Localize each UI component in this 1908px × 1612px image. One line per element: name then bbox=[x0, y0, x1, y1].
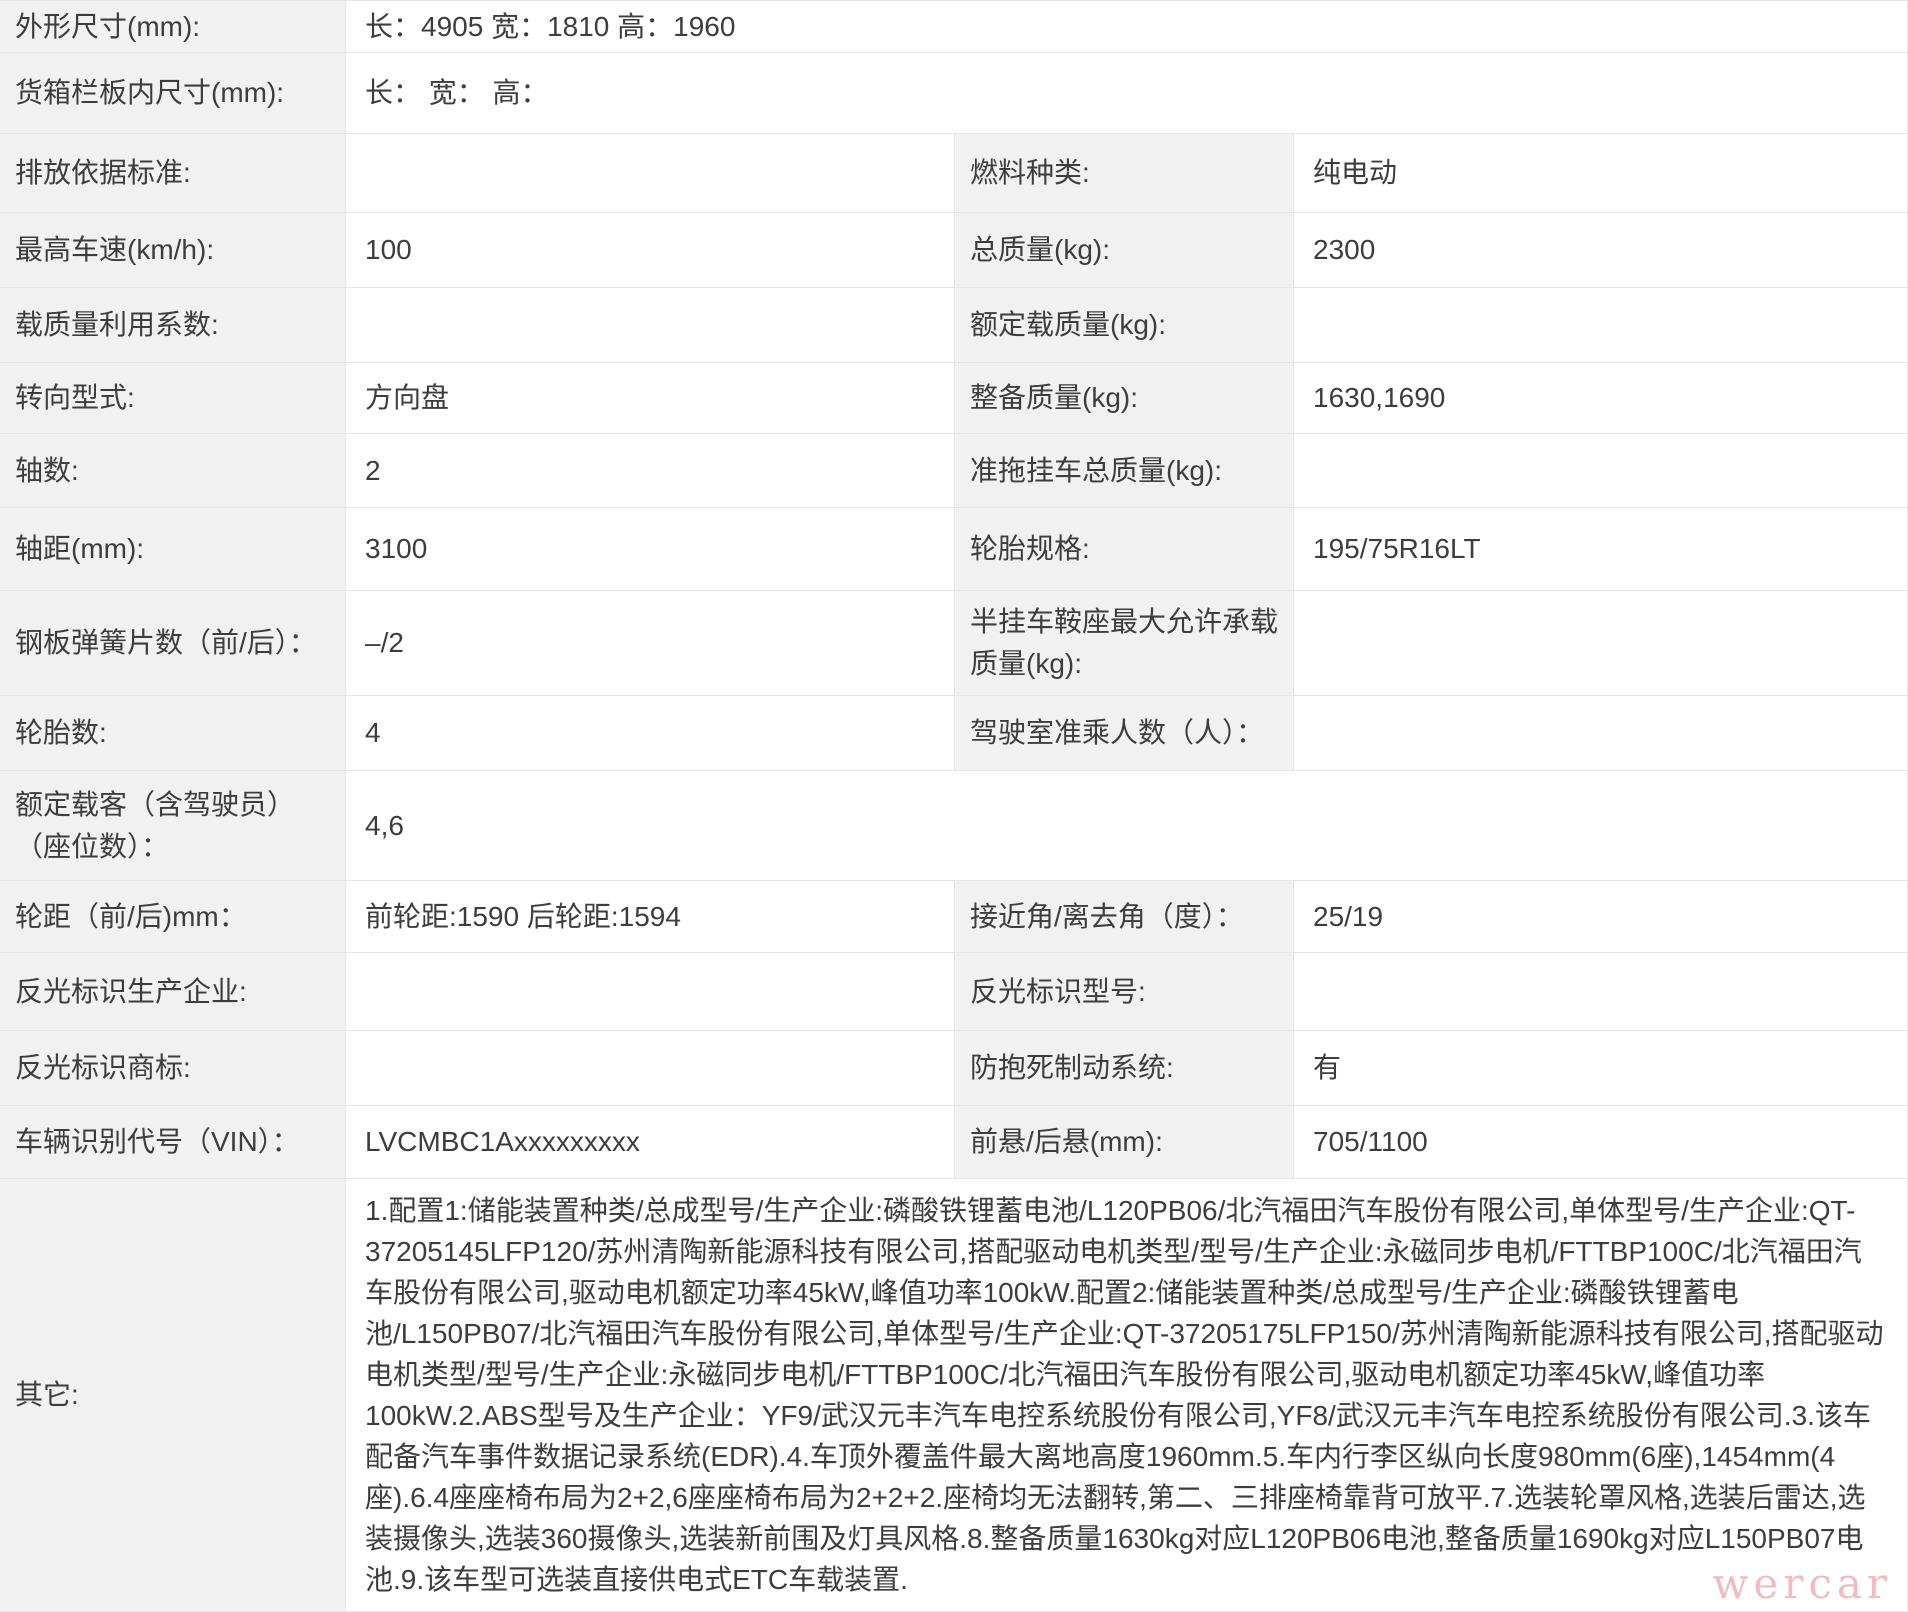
vehicle-spec-table: 外形尺寸(mm): 长：4905 宽：1810 高：1960 货箱栏板内尺寸(m… bbox=[0, 0, 1908, 1612]
row-label: 转向型式: bbox=[0, 363, 346, 433]
spec-row-dimensions: 外形尺寸(mm): 长：4905 宽：1810 高：1960 bbox=[0, 1, 1908, 53]
row-label: 排放依据标准: bbox=[0, 134, 346, 212]
row-label: 防抱死制动系统: bbox=[955, 1031, 1294, 1105]
row-value: LVCMBC1Axxxxxxxxx bbox=[346, 1106, 955, 1178]
row-label: 货箱栏板内尺寸(mm): bbox=[0, 53, 346, 133]
row-label: 其它: bbox=[0, 1179, 346, 1611]
spec-row-speed-mass: 最高车速(km/h): 100 总质量(kg): 2300 bbox=[0, 213, 1908, 288]
row-value: 1630,1690 bbox=[1294, 363, 1908, 433]
row-label: 轴数: bbox=[0, 434, 346, 507]
spec-row-reflective-maker-model: 反光标识生产企业: 反光标识型号: bbox=[0, 953, 1908, 1031]
row-label: 轴距(mm): bbox=[0, 508, 346, 590]
row-label: 载质量利用系数: bbox=[0, 288, 346, 362]
row-label: 总质量(kg): bbox=[955, 213, 1294, 287]
spec-row-steering-curb-mass: 转向型式: 方向盘 整备质量(kg): 1630,1690 bbox=[0, 363, 1908, 434]
row-label: 轮距（前/后)mm： bbox=[0, 881, 346, 952]
row-label: 反光标识商标: bbox=[0, 1031, 346, 1105]
spec-row-emission-fuel: 排放依据标准: 燃料种类: 纯电动 bbox=[0, 134, 1908, 213]
row-value: 2 bbox=[346, 434, 955, 507]
row-value: 195/75R16LT bbox=[1294, 508, 1908, 590]
spec-row-cargo-box-dimensions: 货箱栏板内尺寸(mm): 长： 宽： 高： bbox=[0, 53, 1908, 134]
row-label: 额定载质量(kg): bbox=[955, 288, 1294, 362]
row-label: 轮胎规格: bbox=[955, 508, 1294, 590]
row-value bbox=[1294, 591, 1908, 695]
row-value: 长：4905 宽：1810 高：1960 bbox=[346, 1, 1908, 52]
row-value: 4,6 bbox=[346, 771, 1908, 880]
row-label: 轮胎数: bbox=[0, 696, 346, 770]
row-label: 反光标识型号: bbox=[955, 953, 1294, 1030]
row-value bbox=[346, 953, 955, 1030]
spec-row-passenger-capacity: 额定载客（含驾驶员）（座位数）： 4,6 bbox=[0, 771, 1908, 881]
spec-row-reflective-brand-abs: 反光标识商标: 防抱死制动系统: 有 bbox=[0, 1031, 1908, 1106]
row-value: 25/19 bbox=[1294, 881, 1908, 952]
row-value: 3100 bbox=[346, 508, 955, 590]
row-label: 半挂车鞍座最大允许承载质量(kg): bbox=[955, 591, 1294, 695]
row-label: 钢板弹簧片数（前/后）： bbox=[0, 591, 346, 695]
spec-row-other: 其它: 1.配置1:储能装置种类/总成型号/生产企业:磷酸铁锂蓄电池/L120P… bbox=[0, 1179, 1908, 1612]
row-label: 额定载客（含驾驶员）（座位数）： bbox=[0, 771, 346, 880]
watermark-text: wercar bbox=[1712, 1559, 1892, 1608]
spec-row-wheelbase-tire: 轴距(mm): 3100 轮胎规格: 195/75R16LT bbox=[0, 508, 1908, 591]
row-value bbox=[1294, 434, 1908, 507]
spec-row-axles-trailer: 轴数: 2 准拖挂车总质量(kg): bbox=[0, 434, 1908, 508]
row-value: –/2 bbox=[346, 591, 955, 695]
row-label: 车辆识别代号（VIN）： bbox=[0, 1106, 346, 1178]
row-value bbox=[1294, 953, 1908, 1030]
spec-row-vin-overhang: 车辆识别代号（VIN）： LVCMBC1Axxxxxxxxx 前悬/后悬(mm)… bbox=[0, 1106, 1908, 1179]
spec-row-springs-saddle: 钢板弹簧片数（前/后）： –/2 半挂车鞍座最大允许承载质量(kg): bbox=[0, 591, 1908, 696]
row-label: 外形尺寸(mm): bbox=[0, 1, 346, 52]
row-value bbox=[1294, 696, 1908, 770]
row-value bbox=[346, 1031, 955, 1105]
row-label: 燃料种类: bbox=[955, 134, 1294, 212]
row-value: 纯电动 bbox=[1294, 134, 1908, 212]
row-value: 705/1100 bbox=[1294, 1106, 1908, 1178]
row-value bbox=[346, 134, 955, 212]
row-value: 2300 bbox=[1294, 213, 1908, 287]
row-value: 方向盘 bbox=[346, 363, 955, 433]
spec-row-tire-count-cab: 轮胎数: 4 驾驶室准乘人数（人）： bbox=[0, 696, 1908, 771]
row-label: 接近角/离去角（度）： bbox=[955, 881, 1294, 952]
row-value bbox=[346, 288, 955, 362]
row-label: 驾驶室准乘人数（人）： bbox=[955, 696, 1294, 770]
row-label: 整备质量(kg): bbox=[955, 363, 1294, 433]
row-label: 最高车速(km/h): bbox=[0, 213, 346, 287]
row-value: 1.配置1:储能装置种类/总成型号/生产企业:磷酸铁锂蓄电池/L120PB06/… bbox=[346, 1179, 1908, 1611]
row-value bbox=[1294, 288, 1908, 362]
row-label: 反光标识生产企业: bbox=[0, 953, 346, 1030]
spec-row-load-factor: 载质量利用系数: 额定载质量(kg): bbox=[0, 288, 1908, 363]
row-value: 有 bbox=[1294, 1031, 1908, 1105]
row-value: 长： 宽： 高： bbox=[346, 53, 1908, 133]
row-label: 前悬/后悬(mm): bbox=[955, 1106, 1294, 1178]
row-value: 100 bbox=[346, 213, 955, 287]
row-label: 准拖挂车总质量(kg): bbox=[955, 434, 1294, 507]
row-value: 4 bbox=[346, 696, 955, 770]
spec-row-track-angles: 轮距（前/后)mm： 前轮距:1590 后轮距:1594 接近角/离去角（度）：… bbox=[0, 881, 1908, 953]
row-value: 前轮距:1590 后轮距:1594 bbox=[346, 881, 955, 952]
